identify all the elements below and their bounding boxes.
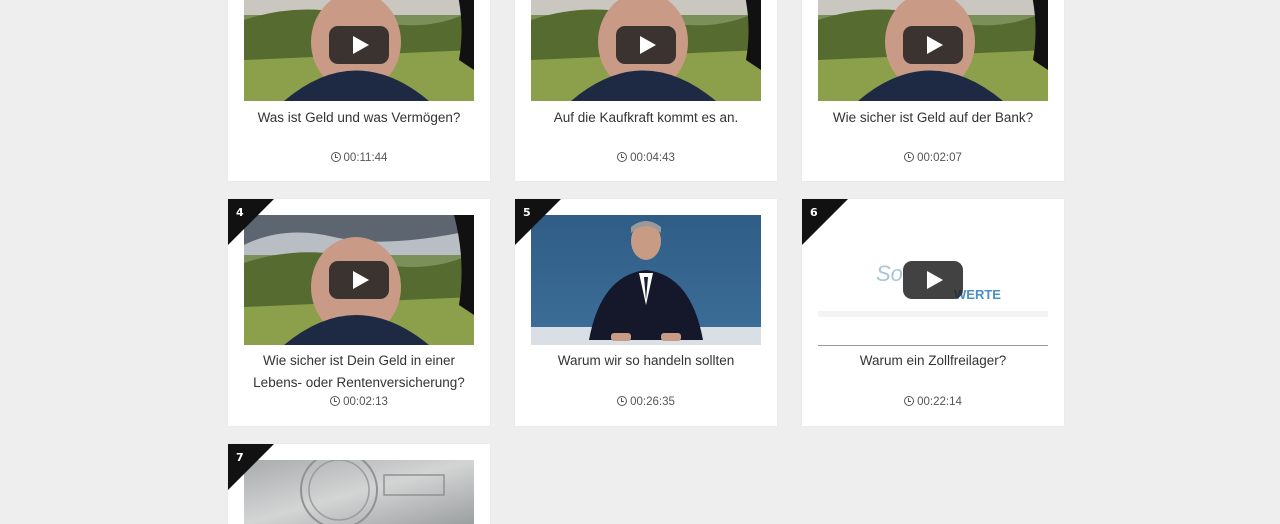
video-card-3[interactable]: Wie sicher ist Geld auf der Bank? 00:02:…: [802, 0, 1064, 181]
video-thumbnail[interactable]: [818, 0, 1048, 110]
logo-text: So: [876, 261, 903, 286]
duration-text: 00:02:07: [917, 152, 962, 164]
play-icon[interactable]: [329, 26, 389, 64]
number-badge-label: 5: [523, 206, 531, 219]
video-thumbnail[interactable]: [244, 215, 474, 345]
clock-icon: [330, 396, 341, 406]
duration-text: 00:22:14: [917, 396, 962, 408]
video-card-7[interactable]: 7: [228, 444, 490, 524]
video-thumbnail[interactable]: [531, 0, 761, 110]
duration-text: 00:11:44: [343, 152, 388, 164]
video-thumbnail[interactable]: [244, 460, 474, 524]
video-duration: 00:02:13: [228, 396, 490, 408]
video-thumbnail[interactable]: [244, 0, 474, 110]
video-card-6[interactable]: So WERTE 6 Warum ein Zollfreilager? 00:2…: [802, 199, 1064, 426]
duration-text: 00:26:35: [630, 396, 675, 408]
video-title[interactable]: Warum wir so handeln sollten: [527, 350, 765, 372]
clock-icon: [330, 152, 341, 162]
video-card-2[interactable]: Auf die Kaufkraft kommt es an. 00:04:43: [515, 0, 777, 181]
video-card-4[interactable]: 4 Wie sicher ist Dein Geld in einer Lebe…: [228, 199, 490, 426]
video-thumbnail[interactable]: So WERTE: [818, 215, 1048, 346]
number-badge-label: 6: [810, 206, 818, 219]
clock-icon: [617, 396, 628, 406]
number-badge: [228, 444, 274, 490]
clock-icon: [904, 152, 915, 162]
video-card-1[interactable]: Was ist Geld und was Vermögen? 00:11:44: [228, 0, 490, 181]
video-duration: 00:26:35: [515, 396, 777, 408]
play-icon[interactable]: [616, 26, 676, 64]
video-title[interactable]: Was ist Geld und was Vermögen?: [240, 107, 478, 129]
video-thumbnail-image: [531, 215, 761, 345]
play-icon[interactable]: [903, 261, 963, 299]
video-title[interactable]: Wie sicher ist Geld auf der Bank?: [814, 107, 1052, 129]
clock-icon: [904, 396, 915, 406]
video-card-5[interactable]: 5 Warum wir so handeln sollten 00:26:35: [515, 199, 777, 426]
duration-text: 00:04:43: [630, 152, 675, 164]
number-badge-label: 7: [236, 451, 244, 464]
number-badge: [802, 199, 848, 245]
number-badge: [228, 199, 274, 245]
video-title[interactable]: Warum ein Zollfreilager?: [814, 350, 1052, 372]
number-badge-label: 4: [236, 206, 244, 219]
video-thumbnail-image: [244, 460, 474, 524]
video-thumbnail[interactable]: [531, 215, 761, 345]
video-duration: 00:04:43: [515, 152, 777, 164]
video-duration: 00:02:07: [802, 152, 1064, 164]
duration-text: 00:02:13: [343, 396, 388, 408]
video-title[interactable]: Wie sicher ist Dein Geld in einer Lebens…: [240, 350, 478, 394]
clock-icon: [617, 152, 628, 162]
video-duration: 00:11:44: [228, 152, 490, 164]
number-badge: [515, 199, 561, 245]
video-title[interactable]: Auf die Kaufkraft kommt es an.: [527, 107, 765, 129]
play-icon[interactable]: [903, 26, 963, 64]
video-duration: 00:22:14: [802, 396, 1064, 408]
play-icon[interactable]: [329, 261, 389, 299]
